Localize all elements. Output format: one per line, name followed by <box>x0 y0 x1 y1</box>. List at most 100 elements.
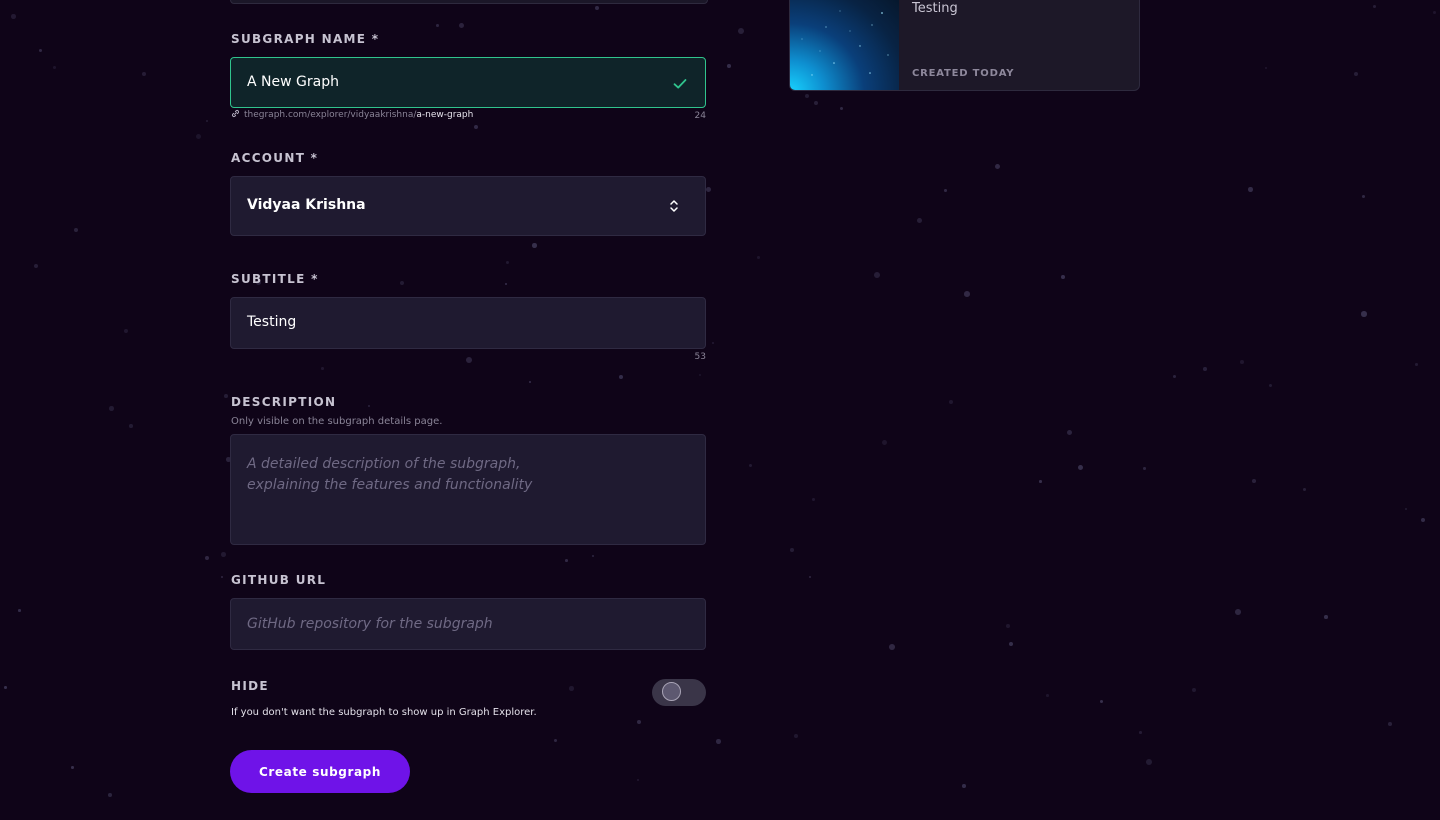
hide-toggle[interactable] <box>652 679 706 706</box>
star-dot <box>1405 508 1407 510</box>
star-dot <box>1203 367 1207 371</box>
subtitle-value: Testing <box>247 314 297 330</box>
star-dot <box>1265 67 1268 70</box>
star-dot <box>809 576 812 579</box>
star-dot <box>18 609 21 612</box>
link-icon <box>231 109 240 121</box>
subgraph-url-preview: thegraph.com/explorer/vidyaakrishna/a-ne… <box>231 109 473 121</box>
star-dot <box>1192 688 1197 693</box>
star-dot <box>706 187 711 192</box>
star-dot <box>1421 518 1426 523</box>
star-dot <box>1362 195 1365 198</box>
star-dot <box>995 164 1001 170</box>
star-dot <box>529 381 532 384</box>
star-dot <box>964 291 970 297</box>
subtitle-char-count: 53 <box>694 352 706 362</box>
description-placeholder-line1: A detailed description of the subgraph, <box>247 456 521 472</box>
star-dot <box>221 576 224 579</box>
star-dot <box>840 107 844 111</box>
star-dot <box>565 559 568 562</box>
star-dot <box>1248 187 1253 192</box>
star-dot <box>1139 731 1142 734</box>
starfield-background <box>0 0 1440 820</box>
star-dot <box>1100 700 1104 704</box>
star-dot <box>716 739 721 744</box>
star-dot <box>1046 694 1049 697</box>
star-dot <box>569 686 574 691</box>
star-dot <box>554 739 558 743</box>
account-select[interactable]: Vidyaa Krishna <box>230 176 706 236</box>
check-icon <box>673 75 687 94</box>
star-dot <box>619 375 624 380</box>
preview-subtitle: Testing <box>912 1 958 16</box>
hide-description: If you don't want the subgraph to show u… <box>231 707 537 718</box>
star-dot <box>1354 72 1359 77</box>
preview-image <box>790 0 899 90</box>
star-dot <box>1173 375 1177 379</box>
star-dot <box>889 644 895 650</box>
star-dot <box>196 134 202 140</box>
star-dot <box>532 243 537 248</box>
toggle-knob <box>662 682 681 701</box>
account-label: ACCOUNT * <box>231 151 319 165</box>
description-placeholder-line2: explaining the features and functionalit… <box>247 477 533 493</box>
star-dot <box>400 281 405 286</box>
star-dot <box>812 498 815 501</box>
star-dot <box>1303 488 1307 492</box>
star-dot <box>592 555 595 558</box>
star-dot <box>39 49 43 53</box>
star-dot <box>1146 759 1152 765</box>
star-dot <box>1388 722 1392 726</box>
star-dot <box>790 548 794 552</box>
subgraph-name-label: SUBGRAPH NAME * <box>231 32 380 46</box>
star-dot <box>1235 609 1241 615</box>
subtitle-input[interactable]: Testing <box>230 297 706 349</box>
star-dot <box>637 720 641 724</box>
star-dot <box>34 264 39 269</box>
star-dot <box>1324 615 1328 619</box>
star-dot <box>109 406 114 411</box>
star-dot <box>749 464 752 467</box>
star-dot <box>757 256 760 259</box>
star-dot <box>206 120 209 123</box>
star-dot <box>11 14 16 19</box>
star-dot <box>727 64 731 68</box>
hide-label: HIDE <box>231 679 269 693</box>
subgraph-name-value: A New Graph <box>247 74 339 90</box>
chevron-up-down-icon <box>669 198 679 218</box>
url-prefix: thegraph.com/explorer/vidyaakrishna/ <box>244 110 417 120</box>
star-dot <box>71 766 74 769</box>
previous-field-edge <box>230 0 708 4</box>
subtitle-label: SUBTITLE * <box>231 272 319 286</box>
star-dot <box>1009 642 1013 646</box>
star-dot <box>466 357 472 363</box>
github-url-input[interactable]: GitHub repository for the subgraph <box>230 598 706 650</box>
star-dot <box>1006 624 1010 628</box>
star-dot <box>738 28 744 34</box>
star-dot <box>142 72 147 77</box>
star-dot <box>962 784 966 788</box>
star-dot <box>205 556 210 561</box>
star-dot <box>814 101 819 106</box>
star-dot <box>595 6 599 10</box>
subgraph-name-input[interactable]: A New Graph <box>230 57 706 108</box>
star-dot <box>474 125 479 130</box>
star-dot <box>699 374 701 376</box>
star-dot <box>949 400 954 405</box>
description-textarea[interactable]: A detailed description of the subgraph, … <box>230 434 706 545</box>
subgraph-preview-card: Testing CREATED TODAY <box>789 0 1140 91</box>
preview-created-date: CREATED TODAY <box>912 68 1015 79</box>
star-dot <box>637 779 640 782</box>
star-dot <box>321 367 324 370</box>
star-dot <box>1078 465 1084 471</box>
star-dot <box>882 440 888 446</box>
star-dot <box>1433 11 1437 15</box>
create-subgraph-button[interactable]: Create subgraph <box>230 750 410 793</box>
star-dot <box>805 94 809 98</box>
star-dot <box>1415 363 1418 366</box>
star-dot <box>74 228 78 232</box>
description-helper-text: Only visible on the subgraph details pag… <box>231 416 443 427</box>
star-dot <box>1240 360 1244 364</box>
github-url-label: GITHUB URL <box>231 573 327 587</box>
star-dot <box>917 218 922 223</box>
